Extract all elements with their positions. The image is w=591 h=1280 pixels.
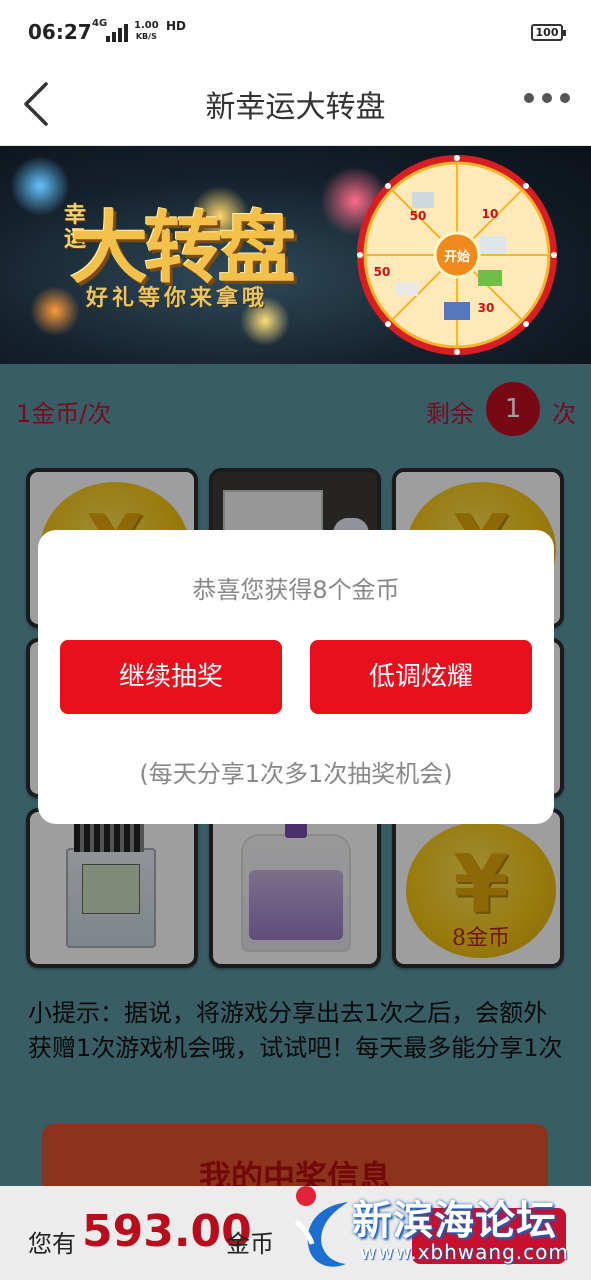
wheel-label-2: 10 [482,207,499,221]
network-speed-value: 1.00 [134,20,159,31]
network-type: 4G [92,18,108,29]
network-speed: 1.00 KB/S [134,20,159,42]
hd-icon: HD [166,19,187,33]
continue-draw-button[interactable]: 继续抽奖 [60,640,282,714]
signal-icon [106,24,130,42]
wheel-label-3: 30 [478,301,495,315]
page-title: 新幸运大转盘 [205,90,386,125]
wheel-label-4: 50 [374,265,391,279]
banner-subtitle: 好礼等你来拿哦 [86,286,269,311]
more-dots-icon[interactable] [523,86,571,110]
lucky-wheel: 开始 50 10 30 50 [357,155,557,355]
result-message: 恭喜您获得8个金币 [192,576,400,604]
nav-bar: 新幸运大转盘 [0,64,591,146]
wheel-start-label: 开始 [444,249,470,265]
forum-watermark: 新滨海论坛 www.xbhwang.com [288,1178,588,1278]
status-time: 06:27 [28,20,92,44]
wheel-label-1: 50 [410,209,427,223]
coin-unit: 金币 [226,1230,274,1258]
forum-logo-icon [294,1186,348,1267]
you-have-label: 您有 [28,1230,76,1258]
watermark-url: www.xbhwang.com [360,1240,569,1264]
share-note: (每天分享1次多1次抽奖机会) [139,760,453,788]
result-dialog: 恭喜您获得8个金币 继续抽奖 低调炫耀 (每天分享1次多1次抽奖机会) [38,530,554,824]
watermark-title: 新滨海论坛 [352,1198,557,1244]
banner: 幸运 大转盘 好礼等你来拿哦 开始 50 10 30 50 [0,146,591,364]
status-bar: 06:27 4G 1.00 KB/S HD 100 [0,0,591,64]
network-speed-unit: KB/S [135,32,157,41]
share-show-off-button[interactable]: 低调炫耀 [310,640,532,714]
battery-icon: 100 [531,24,566,41]
